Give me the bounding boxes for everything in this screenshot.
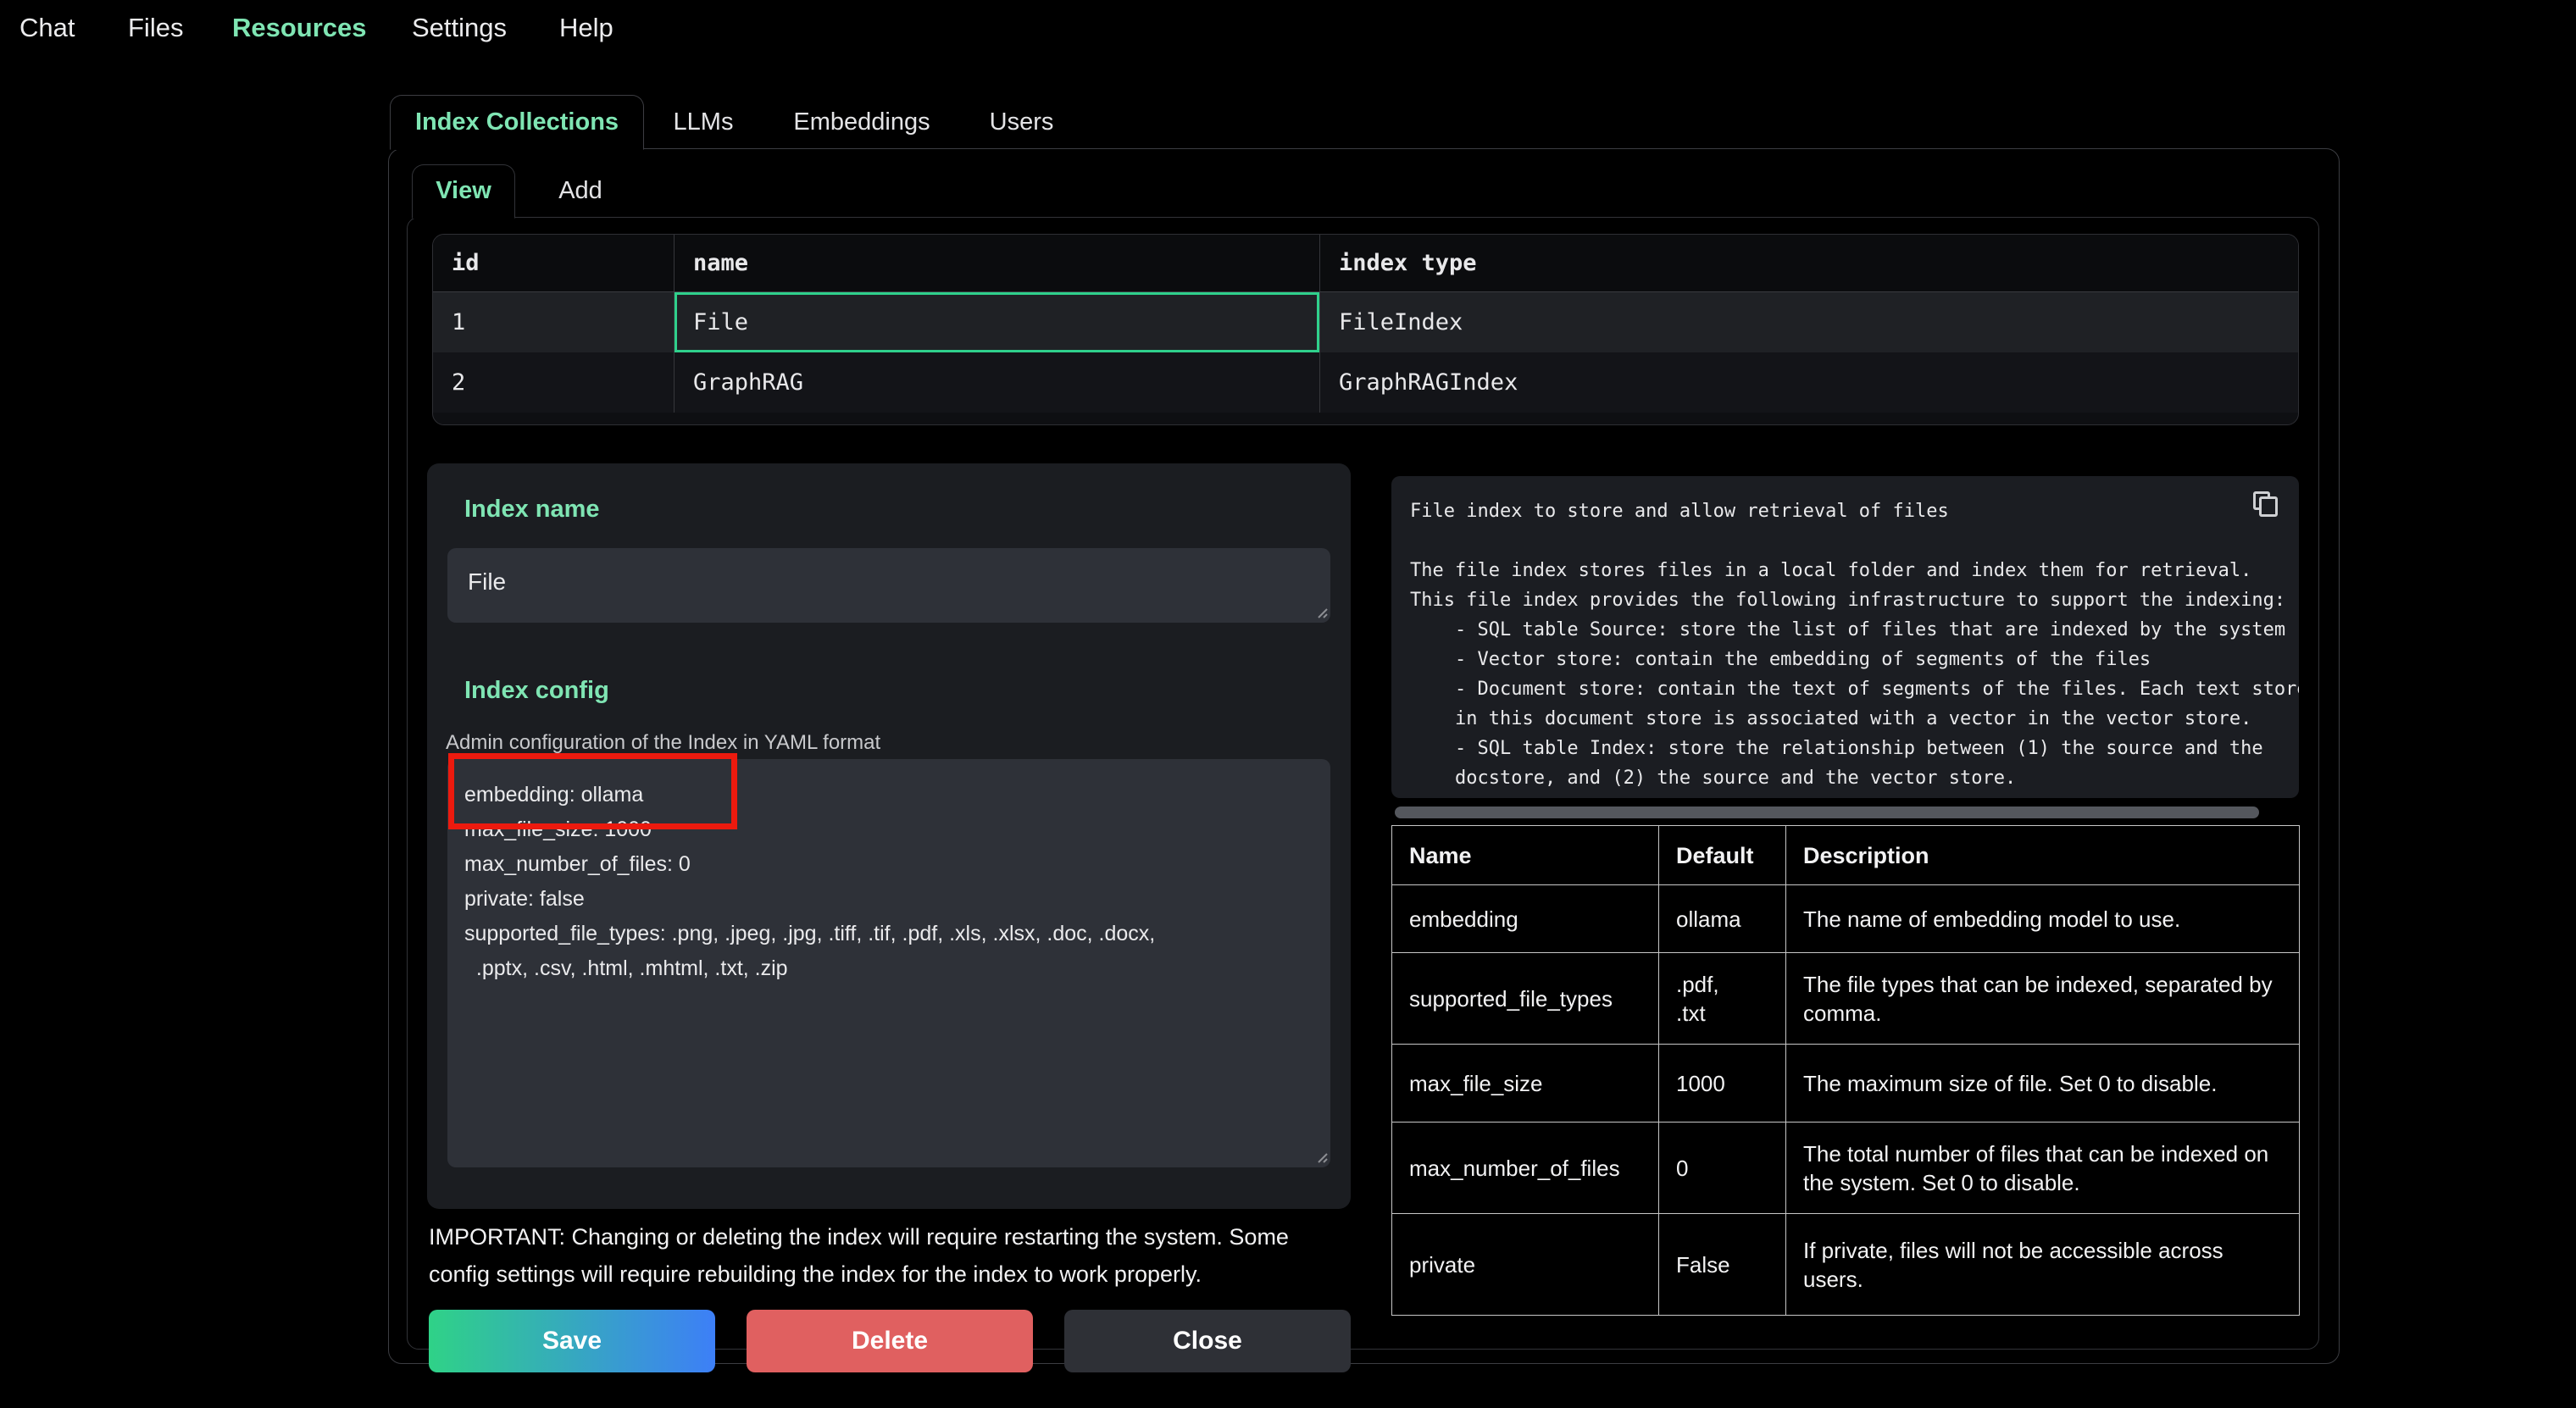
params-table: Name Default Description embedding ollam…: [1391, 825, 2300, 1316]
nav-item-chat[interactable]: Chat: [19, 12, 75, 44]
param-description: The file types that can be indexed, sepa…: [1786, 953, 2300, 1045]
param-name: max_number_of_files: [1392, 1123, 1659, 1214]
index-description-panel: File index to store and allow retrieval …: [1391, 476, 2299, 798]
param-default: ollama: [1659, 885, 1786, 953]
index-form-card: Index name File Index config Admin confi…: [427, 463, 1351, 1209]
param-description: The total number of files that can be in…: [1786, 1123, 2300, 1214]
param-description: The maximum size of file. Set 0 to disab…: [1786, 1045, 2300, 1123]
app-root: Chat Files Resources Settings Help Index…: [0, 0, 2576, 1408]
params-row-private: private False If private, files will not…: [1392, 1214, 2300, 1316]
tab-users[interactable]: Users: [981, 108, 1062, 136]
index-collections-table: id name index type 1 File FileIndex 2 Gr…: [432, 234, 2299, 425]
tab-llms[interactable]: LLMs: [669, 108, 737, 136]
nav-item-help[interactable]: Help: [559, 12, 613, 44]
param-description: The name of embedding model to use.: [1786, 885, 2300, 953]
params-header-default: Default: [1659, 826, 1786, 885]
cell-id-2[interactable]: 2: [433, 352, 674, 413]
subtab-add[interactable]: Add: [542, 177, 619, 205]
cell-name-graphrag[interactable]: GraphRAG: [674, 352, 1319, 413]
params-header-row: Name Default Description: [1392, 826, 2300, 885]
param-default: 1000: [1659, 1045, 1786, 1123]
column-header-index-type[interactable]: index type: [1319, 235, 2299, 291]
param-name: embedding: [1392, 885, 1659, 953]
params-header-name: Name: [1392, 826, 1659, 885]
param-name: supported_file_types: [1392, 953, 1659, 1045]
tab-index-collections-label: Index Collections: [415, 108, 619, 136]
table-row: 2 GraphRAG GraphRAGIndex: [433, 352, 2298, 413]
table-row: 1 File FileIndex: [433, 292, 2298, 352]
close-button[interactable]: Close: [1064, 1310, 1351, 1372]
index-name-input[interactable]: File: [447, 548, 1330, 623]
subtab-view-label: View: [436, 177, 491, 204]
resize-handle-icon[interactable]: [1313, 1149, 1329, 1164]
nav-item-settings[interactable]: Settings: [412, 12, 507, 44]
nav-item-files[interactable]: Files: [128, 12, 183, 44]
index-description-code: File index to store and allow retrieval …: [1391, 476, 2299, 798]
index-name-label: Index name: [464, 496, 600, 524]
index-config-textarea[interactable]: embedding: ollama max_file_size: 1000 ma…: [447, 759, 1330, 1167]
cell-name-file-selected[interactable]: File: [674, 292, 1319, 352]
cell-id-1[interactable]: 1: [433, 292, 674, 352]
param-default: 0: [1659, 1123, 1786, 1214]
index-config-help: Admin configuration of the Index in YAML…: [446, 731, 880, 755]
params-row-max-file-size: max_file_size 1000 The maximum size of f…: [1392, 1045, 2300, 1123]
save-button[interactable]: Save: [429, 1310, 715, 1372]
params-header-description: Description: [1786, 826, 2300, 885]
param-default: .pdf, .txt: [1659, 953, 1786, 1045]
column-header-id[interactable]: id: [433, 235, 674, 291]
column-header-name[interactable]: name: [674, 235, 1319, 291]
horizontal-scrollbar-thumb[interactable]: [1395, 807, 2259, 818]
params-row-embedding: embedding ollama The name of embedding m…: [1392, 885, 2300, 953]
tab-index-collections[interactable]: Index Collections: [390, 95, 644, 150]
param-name: private: [1392, 1214, 1659, 1316]
tab-embeddings[interactable]: Embeddings: [781, 108, 942, 136]
table-header-row: id name index type: [433, 235, 2298, 292]
param-default: False: [1659, 1214, 1786, 1316]
delete-button[interactable]: Delete: [747, 1310, 1033, 1372]
index-config-label: Index config: [464, 677, 609, 705]
param-description: If private, files will not be accessible…: [1786, 1214, 2300, 1316]
params-row-supported-file-types: supported_file_types .pdf, .txt The file…: [1392, 953, 2300, 1045]
cell-type-graphragindex[interactable]: GraphRAGIndex: [1319, 352, 2299, 413]
nav-item-resources[interactable]: Resources: [232, 12, 367, 44]
param-name: max_file_size: [1392, 1045, 1659, 1123]
subtab-view[interactable]: View: [412, 164, 515, 219]
important-note: IMPORTANT: Changing or deleting the inde…: [429, 1218, 1356, 1293]
resize-handle-icon[interactable]: [1313, 604, 1329, 619]
copy-button[interactable]: [2248, 488, 2285, 525]
cell-type-fileindex[interactable]: FileIndex: [1319, 292, 2299, 352]
params-row-max-number-of-files: max_number_of_files 0 The total number o…: [1392, 1123, 2300, 1214]
